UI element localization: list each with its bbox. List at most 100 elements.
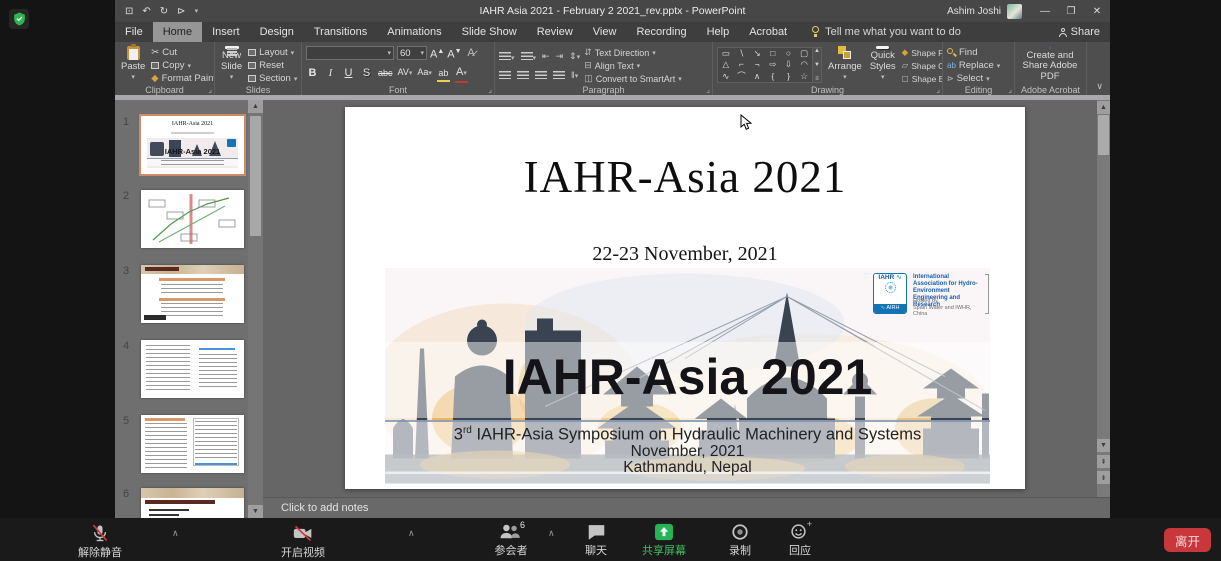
shape-scribble-icon[interactable]: ∿ xyxy=(718,71,734,82)
share-button[interactable]: Share xyxy=(1059,22,1100,42)
shape-rect-icon[interactable]: □ xyxy=(765,48,781,59)
cut-button[interactable]: ✂Cut xyxy=(151,47,215,58)
increase-font-icon[interactable]: A▲ xyxy=(430,45,444,62)
minimize-button[interactable]: — xyxy=(1032,0,1058,22)
slide-area-scrollbar[interactable]: ▲ ▼ ⇞ ⇟ xyxy=(1097,100,1110,497)
reset-button[interactable]: Reset xyxy=(248,60,297,71)
character-spacing-button[interactable]: AV▾ xyxy=(398,65,413,81)
undo-icon[interactable]: ↶ xyxy=(142,6,150,17)
participants-chevron-icon[interactable]: ∧ xyxy=(548,528,555,539)
participants-button[interactable]: 6 参会者 xyxy=(478,523,544,558)
font-name-combo[interactable]: ▾ xyxy=(306,46,394,60)
account-avatar[interactable] xyxy=(1007,4,1022,19)
shapes-gallery[interactable]: ▭∖↘□○▢ △⌐¬⇨⇩◠ ∿⌒∧{}☆ xyxy=(717,47,813,83)
shape-arrow-right-icon[interactable]: ⇨ xyxy=(765,59,781,70)
align-justify-icon[interactable] xyxy=(553,71,565,79)
align-left-icon[interactable] xyxy=(499,71,511,79)
start-slideshow-icon[interactable]: ⊳ xyxy=(177,6,185,17)
shape-elbow-icon[interactable]: ⌐ xyxy=(734,59,750,70)
find-button[interactable]: Find xyxy=(947,47,1000,58)
shape-curve-icon[interactable]: ⌒ xyxy=(734,71,750,82)
change-case-button[interactable]: Aa▾ xyxy=(417,65,432,81)
strikethrough-button[interactable]: abc xyxy=(378,66,393,80)
qat-customize-icon[interactable]: ▾ xyxy=(195,7,199,15)
tab-animations[interactable]: Animations xyxy=(377,22,451,42)
shape-triangle-icon[interactable]: △ xyxy=(718,59,734,70)
font-color-button[interactable]: A▾ xyxy=(455,65,468,81)
create-pdf-button[interactable]: Create and Share Adobe PDF xyxy=(1019,45,1081,83)
font-size-combo[interactable]: 60▾ xyxy=(397,46,427,60)
text-direction-button[interactable]: ⇵Text Direction▾ xyxy=(584,47,682,58)
section-button[interactable]: Section▾ xyxy=(248,73,297,84)
line-spacing-icon[interactable]: ⇕▾ xyxy=(569,51,580,62)
highlight-color-button[interactable]: ab xyxy=(437,66,450,80)
thumbnail-slide-3[interactable] xyxy=(141,265,244,323)
font-dialog-launcher[interactable]: ⌟ xyxy=(488,86,492,94)
scroll-down-icon[interactable]: ▼ xyxy=(1097,439,1110,452)
underline-button[interactable]: U xyxy=(342,66,355,80)
text-shadow-button[interactable]: S xyxy=(360,66,373,80)
shape-brace-left-icon[interactable]: { xyxy=(765,71,781,82)
thumbnails-scroll-up-icon[interactable]: ▲ xyxy=(248,100,263,113)
layout-button[interactable]: Layout▾ xyxy=(248,47,297,58)
shape-elbow2-icon[interactable]: ¬ xyxy=(749,59,765,70)
thumbnail-slide-4[interactable] xyxy=(141,340,244,398)
paste-button[interactable]: Paste ▾ xyxy=(119,45,147,83)
drawing-dialog-launcher[interactable]: ⌟ xyxy=(936,86,940,94)
slide-date-text[interactable]: 22-23 November, 2021 xyxy=(345,243,1025,266)
increase-indent-icon[interactable]: ⇥ xyxy=(556,51,564,62)
new-slide-button[interactable]: New Slide ▾ xyxy=(219,45,244,83)
columns-icon[interactable]: ‖▾ xyxy=(571,70,578,80)
audio-options-chevron-icon[interactable]: ∧ xyxy=(172,528,179,539)
previous-slide-icon[interactable]: ⇞ xyxy=(1097,455,1110,468)
account-name[interactable]: Ashim Joshi xyxy=(947,6,1001,17)
shape-brace-right-icon[interactable]: } xyxy=(781,71,797,82)
align-right-icon[interactable] xyxy=(535,71,547,79)
restore-button[interactable]: ❐ xyxy=(1058,0,1084,22)
save-icon[interactable]: ⊡ xyxy=(125,6,133,17)
tab-design[interactable]: Design xyxy=(250,22,304,42)
tab-insert[interactable]: Insert xyxy=(202,22,250,42)
tab-review[interactable]: Review xyxy=(527,22,583,42)
thumbnail-slide-1[interactable]: IAHR-Asia 2021 IAHR-Asia 2021 xyxy=(141,116,244,174)
align-text-button[interactable]: ⊟Align Text▾ xyxy=(584,60,682,71)
scroll-thumb[interactable] xyxy=(1098,115,1109,155)
quick-styles-button[interactable]: Quick Styles ▾ xyxy=(868,45,898,83)
tell-me-box[interactable]: Tell me what you want to do xyxy=(811,22,961,42)
tab-home[interactable]: Home xyxy=(153,22,202,42)
arrange-button[interactable]: Arrange ▾ xyxy=(826,45,864,83)
editing-dialog-launcher[interactable]: ⌟ xyxy=(1008,86,1012,94)
italic-button[interactable]: I xyxy=(324,66,337,80)
format-painter-button[interactable]: ◆Format Painter xyxy=(151,73,215,84)
redo-icon[interactable]: ↻ xyxy=(160,6,168,17)
unmute-button[interactable]: 解除静音 xyxy=(55,523,145,560)
scroll-up-icon[interactable]: ▲ xyxy=(1097,101,1110,114)
copy-button[interactable]: Copy▾ xyxy=(151,60,215,71)
current-slide[interactable]: IAHR-Asia 2021 22-23 November, 2021 xyxy=(345,107,1025,489)
thumbnail-slide-6[interactable] xyxy=(141,488,244,518)
shape-angle-icon[interactable]: ∧ xyxy=(749,71,765,82)
shape-arrow-down-icon[interactable]: ⇩ xyxy=(781,59,797,70)
thumbnails-scroll-thumb[interactable] xyxy=(250,116,261,236)
slide-title-text[interactable]: IAHR-Asia 2021 xyxy=(345,151,1025,203)
tab-view[interactable]: View xyxy=(583,22,627,42)
paragraph-dialog-launcher[interactable]: ⌟ xyxy=(706,86,710,94)
shape-textbox-icon[interactable]: ▭ xyxy=(718,48,734,59)
thumbnails-scrollbar[interactable]: ▲ ▼ xyxy=(248,100,263,518)
notes-pane[interactable]: Click to add notes xyxy=(263,497,1110,518)
close-button[interactable]: ✕ xyxy=(1084,0,1110,22)
thumbnail-slide-5[interactable] xyxy=(141,415,244,473)
chat-button[interactable]: 聊天 xyxy=(568,523,624,558)
bold-button[interactable]: B xyxy=(306,66,319,80)
clear-formatting-icon[interactable]: A̷ xyxy=(465,46,478,60)
thumbnails-scroll-down-icon[interactable]: ▼ xyxy=(248,505,263,518)
tab-acrobat[interactable]: Acrobat xyxy=(739,22,797,42)
convert-smartart-button[interactable]: ◫Convert to SmartArt▾ xyxy=(584,73,682,84)
shape-arc-icon[interactable]: ◠ xyxy=(796,59,812,70)
shape-oval-icon[interactable]: ○ xyxy=(781,48,797,59)
tab-recording[interactable]: Recording xyxy=(626,22,696,42)
shapes-gallery-scrollbar[interactable]: ▲▼≡ xyxy=(813,47,822,83)
shape-roundrect-icon[interactable]: ▢ xyxy=(796,48,812,59)
record-button[interactable]: 录制 xyxy=(712,523,768,558)
numbering-icon[interactable]: ▾ xyxy=(521,47,537,65)
